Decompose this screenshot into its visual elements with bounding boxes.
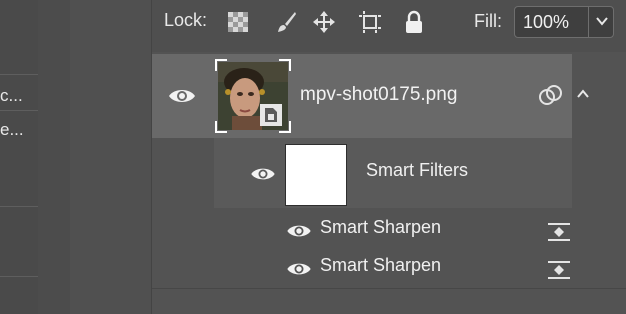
crop-artboard-icon[interactable] xyxy=(358,10,382,34)
selection-corner xyxy=(215,59,227,71)
smart-filters-label: Smart Filters xyxy=(366,160,469,180)
left-strip xyxy=(38,0,70,314)
divider xyxy=(0,206,38,207)
smart-filter-item[interactable]: Smart Sharpen xyxy=(320,255,441,276)
divider xyxy=(588,7,589,37)
divider xyxy=(0,74,38,75)
layer-name[interactable]: mpv-shot0175.png xyxy=(300,84,457,106)
selection-corner xyxy=(215,121,227,133)
smart-filter-mask-thumbnail[interactable] xyxy=(285,144,347,206)
panel-empty-area xyxy=(152,288,626,314)
panel-gutter xyxy=(70,0,152,314)
eye-icon[interactable] xyxy=(286,222,312,240)
selection-corner xyxy=(279,121,291,133)
blending-options-icon[interactable] xyxy=(546,220,572,244)
link-circles-icon[interactable] xyxy=(538,84,564,106)
fill-label: Fill: xyxy=(474,11,502,31)
padlock-icon[interactable] xyxy=(402,10,426,34)
divider xyxy=(0,276,38,277)
lock-bar: Lock: Fill: 100% xyxy=(152,0,626,52)
eye-icon[interactable] xyxy=(168,86,196,106)
layers-panel: Lock: Fill: 100% mpv-shot0175.png Smart … xyxy=(152,0,626,314)
transparency-checkerboard-icon[interactable] xyxy=(226,10,250,34)
left-panel-item[interactable]: e... xyxy=(0,120,38,140)
brush-icon[interactable] xyxy=(274,10,298,34)
selection-corner xyxy=(279,59,291,71)
left-panel-item[interactable]: c... xyxy=(0,86,38,106)
divider xyxy=(0,110,38,111)
move-arrows-icon[interactable] xyxy=(312,10,336,34)
layer-thumbnail[interactable] xyxy=(218,62,288,130)
chevron-down-icon[interactable] xyxy=(595,14,609,28)
smart-filter-item[interactable]: Smart Sharpen xyxy=(320,217,441,238)
lock-label: Lock: xyxy=(164,10,208,30)
left-panel: c... e... xyxy=(0,0,38,314)
fill-value[interactable]: 100% xyxy=(523,12,569,33)
eye-icon[interactable] xyxy=(286,260,312,278)
fill-opacity-field[interactable]: 100% xyxy=(514,6,614,38)
eye-icon[interactable] xyxy=(250,165,276,183)
chevron-up-icon[interactable] xyxy=(576,88,590,100)
blending-options-icon[interactable] xyxy=(546,258,572,282)
